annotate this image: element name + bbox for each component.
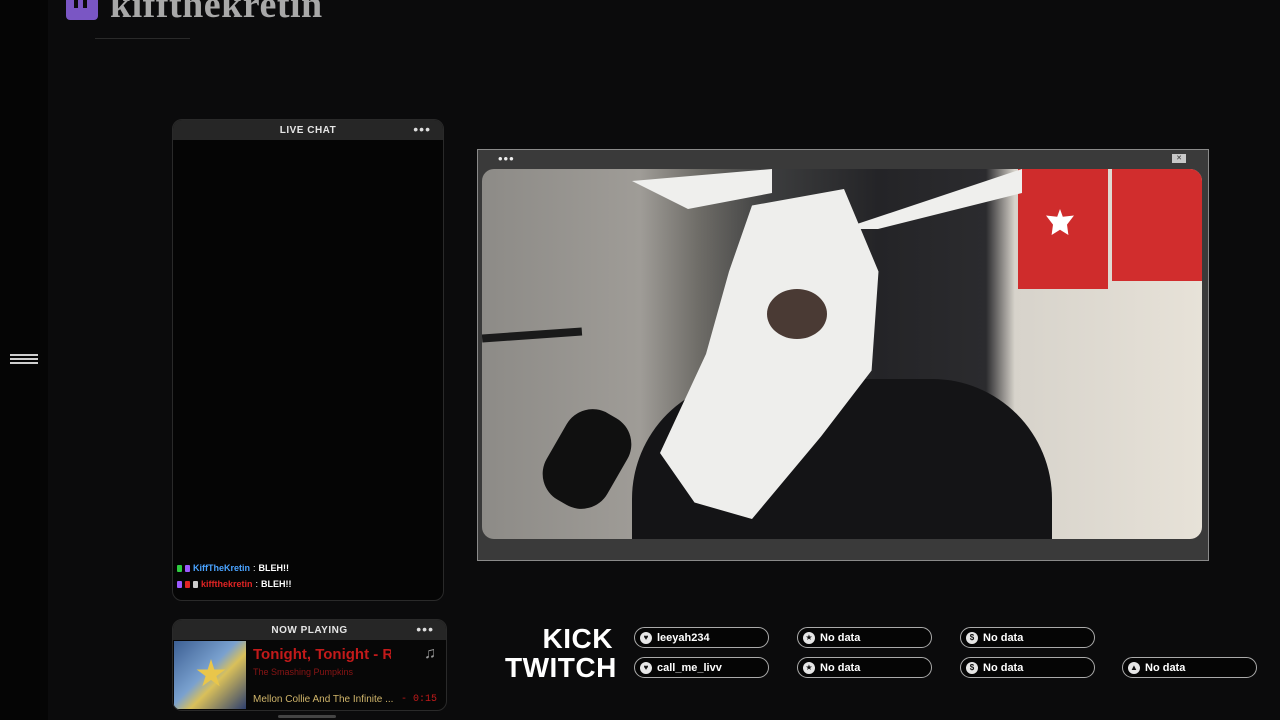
twitch-donation-pill: $ No data bbox=[960, 657, 1095, 678]
webcam-window: ••• ✕ bbox=[477, 149, 1209, 561]
scrollbar[interactable] bbox=[278, 715, 336, 718]
webcam-menu-button[interactable]: ••• bbox=[498, 152, 515, 165]
twitch-latest-donation: No data bbox=[983, 661, 1024, 674]
track-artist: The Smashing Pumpkins bbox=[253, 667, 354, 677]
now-playing-title: NOW PLAYING bbox=[271, 624, 348, 636]
mod-badge-icon bbox=[193, 580, 198, 588]
live-chat-header: LIVE CHAT ••• bbox=[173, 120, 443, 140]
youtube-badge-icon bbox=[185, 580, 190, 588]
now-playing-menu-button[interactable]: ••• bbox=[416, 621, 434, 637]
kick-label: KICK bbox=[542, 623, 613, 654]
canada-flag bbox=[1018, 169, 1108, 289]
album-art bbox=[174, 641, 246, 709]
twitch-badge-icon bbox=[177, 580, 182, 588]
brand-name: kiffthekretin bbox=[110, 0, 323, 26]
header-divider bbox=[95, 38, 190, 39]
live-chat-panel: LIVE CHAT ••• KiffTheKretin : BLEH!! kif… bbox=[172, 119, 444, 601]
star-icon: ★ bbox=[803, 631, 815, 644]
brand-header: kiffthekretin bbox=[66, 0, 323, 26]
chat-message: kiffthekretin : BLEH!! bbox=[177, 576, 439, 592]
live-chat-title: LIVE CHAT bbox=[279, 124, 337, 136]
left-antler bbox=[632, 169, 772, 209]
now-playing-panel: NOW PLAYING ••• Tonight, Tonight - Re Th… bbox=[172, 619, 447, 711]
chat-message: KiffTheKretin : BLEH!! bbox=[177, 560, 439, 576]
chat-username[interactable]: kiffthekretin bbox=[201, 579, 253, 589]
kick-sub-pill: ★ No data bbox=[797, 627, 932, 648]
heart-icon: ♥ bbox=[640, 661, 652, 674]
twitch-follower-pill: ♥ call_me_livv bbox=[634, 657, 769, 678]
album-star-icon bbox=[196, 659, 226, 687]
twitch-logo-icon bbox=[66, 0, 98, 20]
close-icon[interactable]: ✕ bbox=[1172, 154, 1186, 163]
dollar-icon: $ bbox=[966, 661, 978, 674]
chat-separator: : bbox=[253, 563, 256, 573]
star-icon: ★ bbox=[803, 661, 815, 674]
dollar-icon: $ bbox=[966, 631, 978, 644]
twitch-sub-pill: ★ No data bbox=[797, 657, 932, 678]
twitch-label: TWITCH bbox=[505, 652, 617, 683]
live-chat-menu-button[interactable]: ••• bbox=[413, 121, 431, 137]
triangle-icon: ▲ bbox=[1128, 661, 1140, 674]
track-album: Mellon Collie And The Infinite ... bbox=[253, 694, 394, 705]
kick-latest-sub: No data bbox=[820, 631, 861, 644]
platform-labels: KICK TWITCH bbox=[505, 623, 617, 683]
mic-arm bbox=[482, 327, 583, 343]
hamburger-menu-icon[interactable] bbox=[10, 354, 38, 366]
mask-eye-hole bbox=[767, 289, 827, 339]
heart-icon: ♥ bbox=[640, 631, 652, 644]
twitch-latest-follower: call_me_livv bbox=[657, 661, 722, 674]
now-playing-body: Tonight, Tonight - Re The Smashing Pumpk… bbox=[173, 640, 446, 710]
now-playing-header: NOW PLAYING ••• bbox=[173, 620, 446, 640]
sub-badge-icon bbox=[185, 564, 190, 572]
kick-badge-icon bbox=[177, 564, 182, 572]
twitch-latest-sub: No data bbox=[820, 661, 861, 674]
microphone bbox=[531, 398, 643, 520]
chat-separator: : bbox=[255, 579, 259, 589]
chat-text: BLEH!! bbox=[258, 563, 290, 573]
ontario-flag bbox=[1112, 169, 1202, 281]
chat-username[interactable]: KiffTheKretin bbox=[193, 563, 250, 573]
track-title: Tonight, Tonight - Re bbox=[253, 646, 391, 663]
right-antler bbox=[842, 169, 1022, 229]
kick-follower-pill: ♥ leeyah234 bbox=[634, 627, 769, 648]
webcam-feed bbox=[482, 169, 1202, 539]
chat-text: BLEH!! bbox=[261, 579, 292, 589]
kick-latest-follower: leeyah234 bbox=[657, 631, 710, 644]
track-time-remaining: - 0:15 bbox=[400, 694, 437, 705]
kick-donation-pill: $ No data bbox=[960, 627, 1095, 648]
music-note-icon: ♫ bbox=[424, 645, 436, 662]
kick-latest-donation: No data bbox=[983, 631, 1024, 644]
twitch-bits-pill: ▲ No data bbox=[1122, 657, 1257, 678]
webcam-titlebar: ••• bbox=[478, 150, 1208, 167]
twitch-latest-bits: No data bbox=[1145, 661, 1186, 674]
chat-message-list: KiffTheKretin : BLEH!! kiffthekretin : B… bbox=[173, 560, 443, 592]
